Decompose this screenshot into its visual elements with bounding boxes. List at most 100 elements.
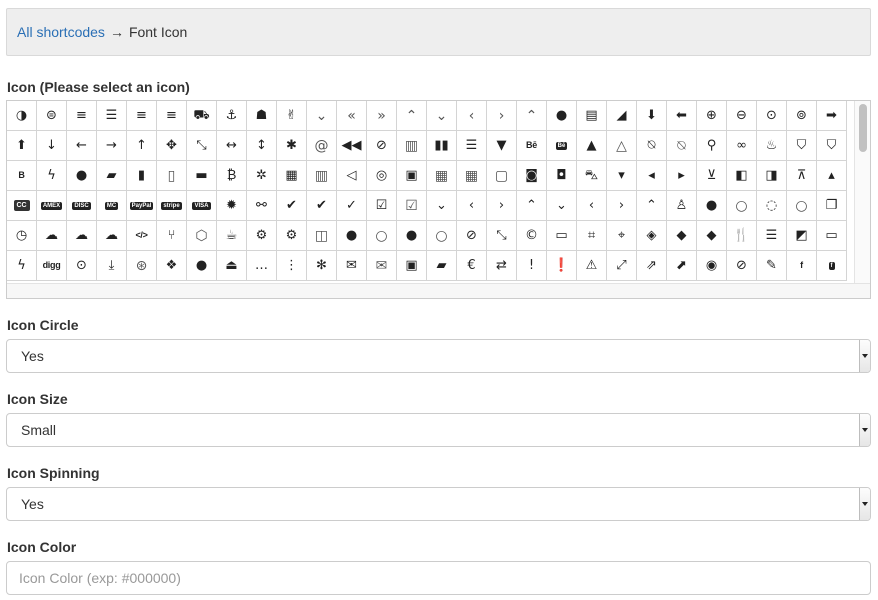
icon-option[interactable]: ☰	[97, 101, 127, 131]
icon-option[interactable]: ▢	[487, 161, 517, 191]
icon-option[interactable]: B	[7, 161, 37, 191]
icon-option[interactable]: ❗	[547, 251, 577, 281]
icon-option[interactable]: ●	[67, 161, 97, 191]
icon-option[interactable]: …	[247, 251, 277, 281]
icon-option[interactable]: digg	[37, 251, 67, 281]
icon-option[interactable]: ⌗	[577, 221, 607, 251]
icon-option[interactable]: »	[367, 101, 397, 131]
icon-option[interactable]: ⍉	[667, 131, 697, 161]
icon-option[interactable]: ▣	[397, 161, 427, 191]
icon-option[interactable]: ›	[607, 191, 637, 221]
icon-option[interactable]: ▥	[397, 131, 427, 161]
icon-option[interactable]: ⇗	[637, 251, 667, 281]
icon-option[interactable]: ↔	[217, 131, 247, 161]
icon-option[interactable]: ☁	[67, 221, 97, 251]
icon-option[interactable]: ₿	[217, 161, 247, 191]
icon-option[interactable]: ◫	[307, 221, 337, 251]
icon-option[interactable]: ▦	[277, 161, 307, 191]
icon-option[interactable]: ♙	[667, 191, 697, 221]
icon-option[interactable]: ⊘	[367, 131, 397, 161]
icon-option[interactable]: ⊼	[787, 161, 817, 191]
icon-option[interactable]: ✲	[247, 161, 277, 191]
icon-option[interactable]: ●	[187, 251, 217, 281]
icon-option[interactable]: ☑	[397, 191, 427, 221]
icon-option[interactable]: ☰	[757, 221, 787, 251]
icon-option[interactable]: «	[337, 101, 367, 131]
icon-option[interactable]: ∞	[727, 131, 757, 161]
icon-option[interactable]: ▮	[127, 161, 157, 191]
icon-option[interactable]: ✓	[337, 191, 367, 221]
icon-option[interactable]: ◑	[7, 101, 37, 131]
icon-option[interactable]: CC	[7, 191, 37, 221]
icon-option[interactable]: ⛉	[787, 131, 817, 161]
icon-option[interactable]: stripe	[157, 191, 187, 221]
icon-option[interactable]: ⛉	[817, 131, 847, 161]
icon-option[interactable]: ▣	[397, 251, 427, 281]
icon-option[interactable]: ◘	[547, 161, 577, 191]
icon-option[interactable]: @	[307, 131, 337, 161]
icon-option[interactable]: ⬅	[667, 101, 697, 131]
icon-option[interactable]: ⛍	[577, 161, 607, 191]
icon-option[interactable]: ⌄	[307, 101, 337, 131]
icon-option[interactable]: ◨	[757, 161, 787, 191]
icon-option[interactable]: ⊕	[697, 101, 727, 131]
icon-option[interactable]: ○	[727, 191, 757, 221]
icon-option[interactable]: ⊘	[727, 251, 757, 281]
icon-option[interactable]: ↕	[247, 131, 277, 161]
icon-option[interactable]: ⑂	[157, 221, 187, 251]
icon-option[interactable]: ✱	[277, 131, 307, 161]
icon-option[interactable]: ⌃	[397, 101, 427, 131]
icon-option[interactable]: ⌖	[607, 221, 637, 251]
icon-option[interactable]: ⤓	[97, 251, 127, 281]
icon-option[interactable]: Bē	[517, 131, 547, 161]
icon-option[interactable]: ◧	[727, 161, 757, 191]
icon-option[interactable]: ⏏	[217, 251, 247, 281]
icon-option[interactable]: ≡	[127, 101, 157, 131]
icon-option[interactable]: PayPal	[127, 191, 157, 221]
icon-option[interactable]: ▯	[157, 161, 187, 191]
icon-option[interactable]: ✔	[277, 191, 307, 221]
icon-option[interactable]: ⌃	[637, 191, 667, 221]
icon-option[interactable]: ⤡	[487, 221, 517, 251]
icon-option[interactable]: ☁	[97, 221, 127, 251]
icon-option[interactable]: DISC	[67, 191, 97, 221]
icon-option[interactable]: ⬈	[667, 251, 697, 281]
icon-option[interactable]: ⚓	[217, 101, 247, 131]
icon-option[interactable]: ☁	[37, 221, 67, 251]
icon-option[interactable]: ⤢	[607, 251, 637, 281]
icon-option[interactable]: ●	[697, 191, 727, 221]
icon-option[interactable]: ▾	[607, 161, 637, 191]
icon-option[interactable]: ›	[487, 101, 517, 131]
icon-option[interactable]: ◌	[757, 191, 787, 221]
icon-option[interactable]: ❖	[157, 251, 187, 281]
icon-option[interactable]: ⍉	[637, 131, 667, 161]
icon-option[interactable]: ▦	[457, 161, 487, 191]
icon-option[interactable]: ⚙	[247, 221, 277, 251]
icon-option[interactable]: ≡	[157, 101, 187, 131]
icon-option[interactable]: ⚙	[277, 221, 307, 251]
icon-option[interactable]: ⊛	[127, 251, 157, 281]
icon-option[interactable]: VISA	[187, 191, 217, 221]
icon-grid-scrollbar[interactable]	[854, 101, 870, 284]
icon-option[interactable]: ⬡	[187, 221, 217, 251]
icon-option[interactable]: !	[517, 251, 547, 281]
icon-option[interactable]: ⊖	[727, 101, 757, 131]
icon-option[interactable]: ▬	[187, 161, 217, 191]
icon-option[interactable]: ≡	[67, 101, 97, 131]
icon-option[interactable]: </>	[127, 221, 157, 251]
icon-option[interactable]: ⬇	[637, 101, 667, 131]
icon-option[interactable]: ▼	[487, 131, 517, 161]
icon-color-input[interactable]	[6, 561, 871, 595]
icon-option[interactable]: ▲	[577, 131, 607, 161]
icon-option[interactable]: ⤡	[187, 131, 217, 161]
icon-option[interactable]: ▴	[817, 161, 847, 191]
icon-option[interactable]: ✉	[367, 251, 397, 281]
icon-option[interactable]: ⊘	[457, 221, 487, 251]
icon-option[interactable]: ☕	[217, 221, 247, 251]
icon-option[interactable]: ©	[517, 221, 547, 251]
icon-option[interactable]: ♨	[757, 131, 787, 161]
icon-option[interactable]: ◈	[637, 221, 667, 251]
icon-option[interactable]: ‹	[457, 101, 487, 131]
icon-option[interactable]: ◙	[517, 161, 547, 191]
icon-option[interactable]: ←	[67, 131, 97, 161]
